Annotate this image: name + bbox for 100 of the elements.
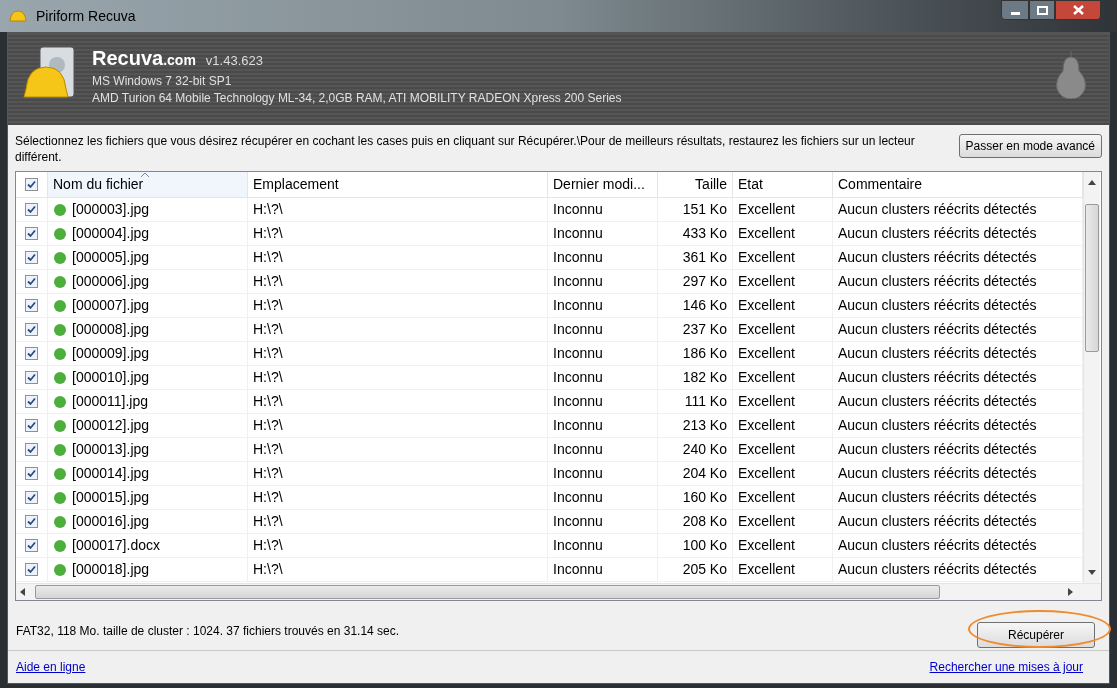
- table-cell-text: Excellent: [738, 344, 795, 363]
- table-cell-text: Excellent: [738, 296, 795, 315]
- table-cell-text: [000004].jpg: [72, 224, 150, 243]
- table-cell-text: [000015].jpg: [72, 488, 150, 507]
- table-cell-text: Excellent: [738, 200, 795, 219]
- version-text: v1.43.623: [205, 52, 263, 70]
- table-cell-text: Aucun clusters réécrits détectés: [838, 224, 1037, 243]
- table-cell-text: Excellent: [738, 272, 795, 291]
- table-cell-text: Aucun clusters réécrits détectés: [838, 344, 1037, 363]
- minimize-icon: [1010, 12, 1020, 15]
- checkbox[interactable]: [25, 371, 38, 384]
- instructions-text: Sélectionnez les fichiers que vous désirez récupérer en cochant les cases puis en cliquant sur Récupérer.\Pour de meilleurs résultats, restaurez les fichiers sur un lecteur différent.: [15, 133, 916, 165]
- vertical-scrollbar[interactable]: [1083, 172, 1100, 583]
- maximize-button[interactable]: [1029, 0, 1055, 20]
- checkbox[interactable]: [25, 347, 38, 360]
- checkbox[interactable]: [25, 491, 38, 504]
- table-cell-text: Excellent: [738, 536, 795, 555]
- table-cell-text: H:\?\: [253, 536, 283, 555]
- table-cell-text: Excellent: [738, 440, 795, 459]
- checkbox[interactable]: [25, 395, 38, 408]
- hardware-info: AMD Turion 64 Mobile Technology ML-34, 2,0GB RAM, ATI MOBILITY RADEON Xpress 200 Series: [92, 90, 622, 107]
- table-cell-text: Inconnu: [553, 488, 603, 507]
- column-header[interactable]: Nom du fichier: [48, 172, 248, 197]
- scroll-thumb[interactable]: [1085, 204, 1099, 352]
- checkbox[interactable]: [25, 467, 38, 480]
- table-cell-text: Aucun clusters réécrits détectés: [838, 320, 1037, 339]
- checkbox[interactable]: [25, 227, 38, 240]
- table-cell-text: H:\?\: [253, 560, 283, 579]
- table-cell-text: [000008].jpg: [72, 320, 150, 339]
- checkbox[interactable]: [25, 251, 38, 264]
- column-header[interactable]: Etat: [733, 172, 833, 197]
- table-cell-text: [000003].jpg: [72, 200, 150, 219]
- table-cell-text: Inconnu: [553, 200, 603, 219]
- checkbox[interactable]: [25, 299, 38, 312]
- table-cell-text: H:\?\: [253, 368, 283, 387]
- table-cell-text: Inconnu: [553, 440, 603, 459]
- table-cell-text: Excellent: [738, 368, 795, 387]
- help-link[interactable]: Aide en ligne: [16, 658, 86, 676]
- table-cell-text: Aucun clusters réécrits détectés: [838, 464, 1037, 483]
- column-header[interactable]: Dernier modi...: [548, 172, 658, 197]
- table-cell-text: H:\?\: [253, 200, 283, 219]
- table-cell-text: Excellent: [738, 320, 795, 339]
- table-cell-text: Inconnu: [553, 512, 603, 531]
- table-cell-text: H:\?\: [253, 248, 283, 267]
- horizontal-scrollbar[interactable]: [16, 583, 1101, 600]
- app-brand: Recuva.com: [92, 47, 196, 71]
- table-cell-text: 205 Ko: [682, 560, 727, 579]
- checkbox[interactable]: [25, 178, 38, 191]
- table-cell-text: 146 Ko: [682, 296, 727, 315]
- table-cell-text: [000018].jpg: [72, 560, 150, 579]
- table-cell-text: Inconnu: [553, 368, 603, 387]
- table-cell-text: H:\?\: [253, 320, 283, 339]
- table-cell-text: H:\?\: [253, 344, 283, 363]
- checkbox[interactable]: [25, 539, 38, 552]
- close-button[interactable]: [1055, 0, 1101, 20]
- table-cell-text: [000006].jpg: [72, 272, 150, 291]
- table-cell-text: Inconnu: [553, 536, 603, 555]
- table-cell-text: Inconnu: [553, 344, 603, 363]
- checkbox[interactable]: [25, 419, 38, 432]
- table-cell-text: Inconnu: [553, 560, 603, 579]
- checkbox[interactable]: [25, 203, 38, 216]
- close-icon: [1072, 5, 1084, 15]
- table-cell-text: 237 Ko: [682, 320, 727, 339]
- window-title: Piriform Recuva: [36, 6, 136, 26]
- table-cell-text: [000010].jpg: [72, 368, 150, 387]
- scroll-thumb[interactable]: [35, 585, 940, 599]
- minimize-button[interactable]: [1001, 0, 1029, 20]
- table-cell-text: 111 Ko: [684, 392, 727, 411]
- checkbox[interactable]: [25, 323, 38, 336]
- table-cell-text: Aucun clusters réécrits détectés: [838, 440, 1037, 459]
- table-cell-text: H:\?\: [253, 440, 283, 459]
- advanced-mode-button[interactable]: Passer en mode avancé: [958, 134, 1102, 158]
- update-link[interactable]: Rechercher une mises à jour: [929, 658, 1083, 676]
- table-cell-text: Inconnu: [553, 320, 603, 339]
- checkbox[interactable]: [25, 563, 38, 576]
- checkbox[interactable]: [25, 515, 38, 528]
- table-cell-text: Excellent: [738, 224, 795, 243]
- table-cell-text: 213 Ko: [682, 416, 727, 435]
- scroll-left-icon: [20, 588, 25, 596]
- table-cell-text: [000007].jpg: [72, 296, 150, 315]
- table-cell-text: H:\?\: [253, 272, 283, 291]
- table-cell-text: [000012].jpg: [72, 416, 150, 435]
- table-cell-text: Excellent: [738, 464, 795, 483]
- column-header[interactable]: Emplacement: [248, 172, 548, 197]
- table-cell-text: Excellent: [738, 488, 795, 507]
- checkbox[interactable]: [25, 443, 38, 456]
- table-cell-text: Excellent: [738, 512, 795, 531]
- table-cell-text: Inconnu: [553, 464, 603, 483]
- table-cell-text: Excellent: [738, 416, 795, 435]
- scroll-right-icon: [1068, 588, 1073, 596]
- os-info: MS Windows 7 32-bit SP1: [92, 73, 233, 90]
- recover-button[interactable]: Récupérer: [977, 621, 1095, 648]
- checkbox[interactable]: [25, 275, 38, 288]
- table-cell-text: Aucun clusters réécrits détectés: [838, 368, 1037, 387]
- table-cell-text: 240 Ko: [682, 440, 727, 459]
- status-text: FAT32, 118 Mo. taille de cluster : 1024. 37 fichiers trouvés en 31.14 sec.: [16, 622, 400, 640]
- column-header[interactable]: Taille: [658, 172, 733, 197]
- table-cell-text: Excellent: [738, 392, 795, 411]
- table-cell-text: [000005].jpg: [72, 248, 150, 267]
- table-cell-text: Inconnu: [553, 296, 603, 315]
